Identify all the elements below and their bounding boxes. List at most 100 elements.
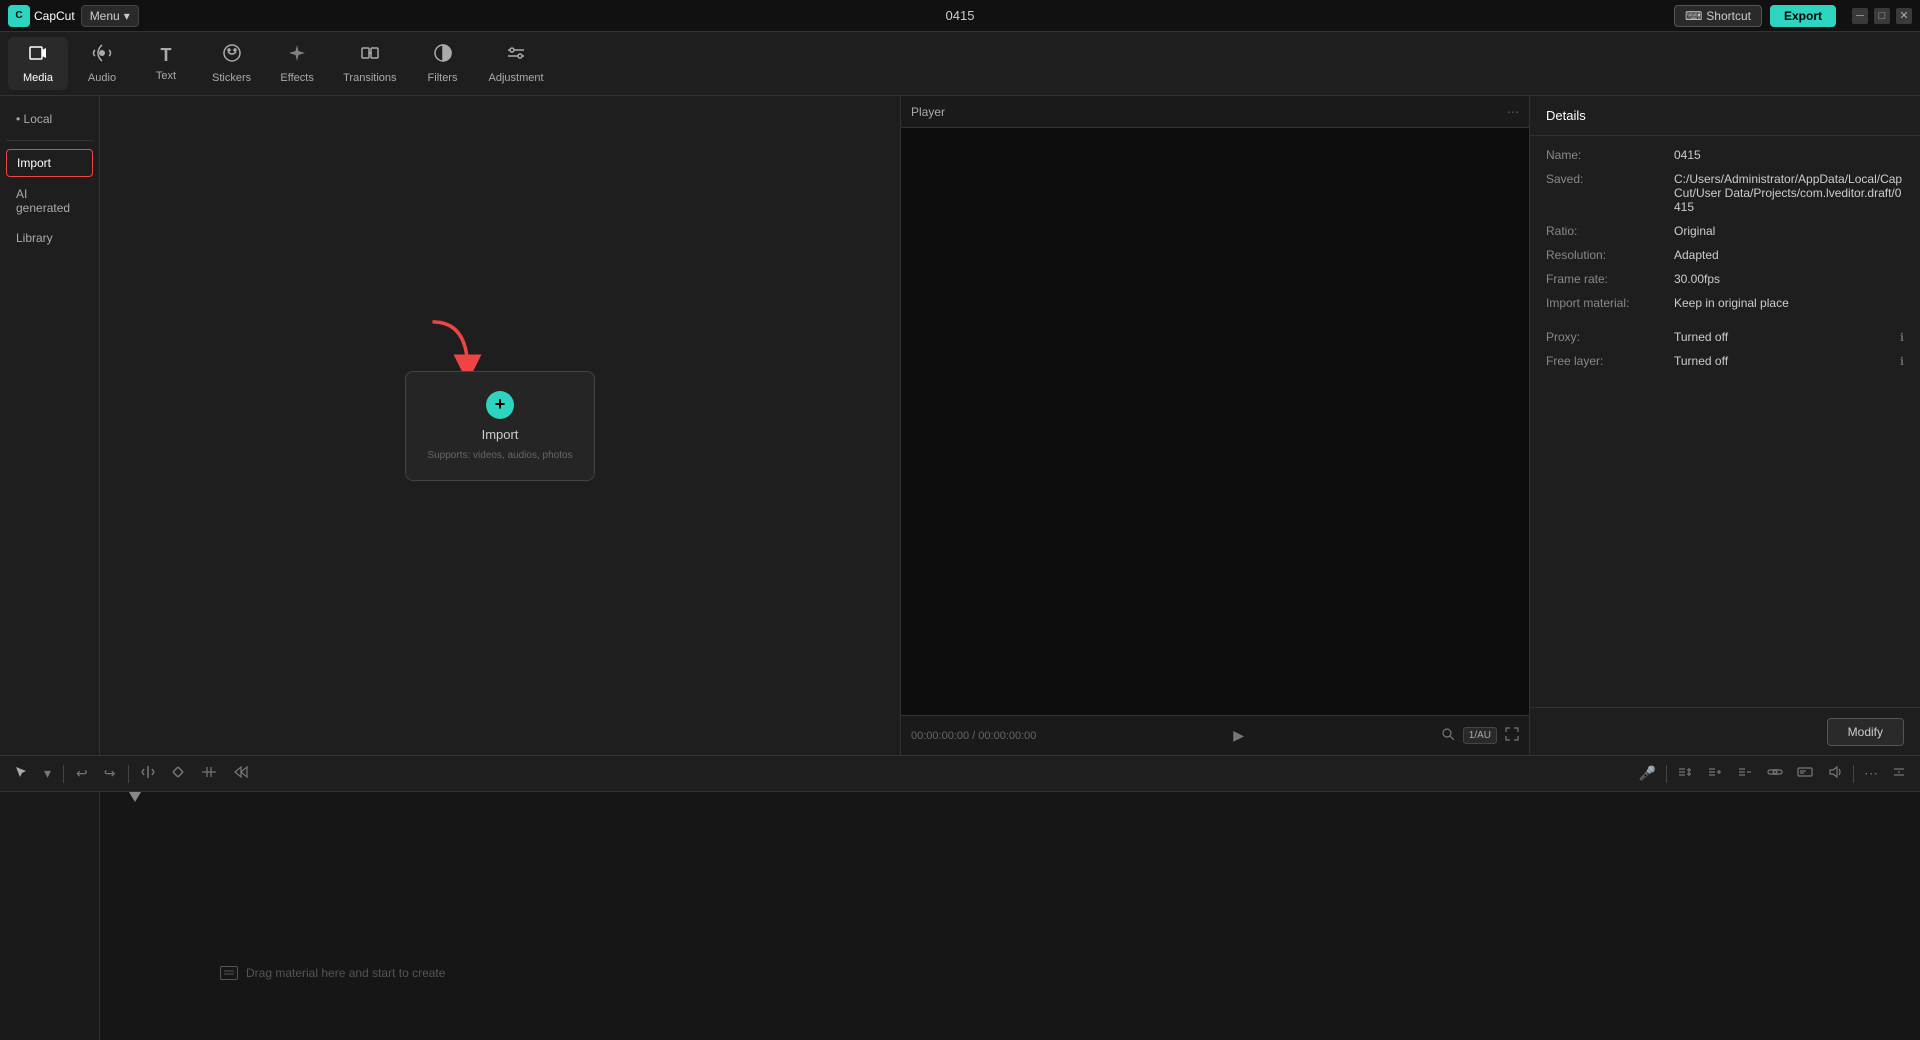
detail-row-ratio: Ratio: Original [1546, 224, 1904, 238]
playback-mode-button[interactable]: 1/AU [1463, 727, 1497, 744]
minimize-button[interactable]: ─ [1852, 8, 1868, 24]
player-menu-icon[interactable]: ⋯ [1507, 105, 1519, 119]
transitions-icon [360, 43, 380, 68]
detail-row-saved: Saved: C:/Users/Administrator/AppData/Lo… [1546, 172, 1904, 214]
media-label: Media [23, 72, 53, 84]
titlebar-left: C CapCut Menu ▾ [8, 5, 139, 27]
volume-button[interactable] [1823, 763, 1847, 784]
timeline-tracks: Drag material here and start to create [100, 792, 1920, 1040]
fullscreen-button[interactable] [1505, 727, 1519, 744]
detail-key-ratio: Ratio: [1546, 224, 1666, 238]
caption-button[interactable] [1793, 763, 1817, 784]
player-controls: ▶ [1233, 727, 1244, 744]
maximize-button[interactable]: □ [1874, 8, 1890, 24]
import-box-label: Import [482, 427, 519, 442]
toolbar-transitions[interactable]: Transitions [331, 37, 408, 90]
timeline-toolbar: ▾ ↩ ↪ [0, 756, 1920, 792]
menu-chevron-icon: ▾ [124, 9, 130, 23]
toolbar-adjustment[interactable]: Adjustment [477, 37, 556, 90]
toolbar-audio[interactable]: Audio [72, 37, 132, 90]
detail-row-resolution: Resolution: Adapted [1546, 248, 1904, 262]
sidebar-item-ai[interactable]: AI generated [6, 181, 93, 221]
proxy-info-icon[interactable]: ℹ [1900, 331, 1904, 344]
sidebar-item-library[interactable]: Library [6, 225, 93, 251]
detail-value-framerate: 30.00fps [1674, 272, 1904, 286]
toolbar-filters[interactable]: Filters [413, 37, 473, 90]
detail-key-resolution: Resolution: [1546, 248, 1666, 262]
modify-button[interactable]: Modify [1827, 718, 1904, 746]
text-icon: T [161, 45, 172, 66]
detail-row-import-material: Import material: Keep in original place [1546, 296, 1904, 310]
redo-button[interactable]: ↪ [100, 763, 120, 784]
player-header: Player ⋯ [901, 96, 1529, 128]
import-plus-icon: + [486, 391, 514, 419]
player-title: Player [911, 105, 945, 119]
free-layer-info-icon[interactable]: ℹ [1900, 355, 1904, 368]
details-title: Details [1546, 108, 1586, 123]
select-tool-button[interactable] [10, 763, 32, 784]
shortcut-label: Shortcut [1706, 9, 1751, 23]
app-logo-icon: C [8, 5, 30, 27]
split-button[interactable] [137, 763, 159, 784]
drag-hint-icon [220, 966, 238, 980]
timeline-more-button[interactable]: ⋯ [1860, 763, 1882, 784]
zoom-out-button[interactable] [1733, 763, 1757, 784]
sidebar-separator [6, 140, 93, 141]
library-label: Library [16, 231, 53, 245]
toolbar-effects[interactable]: Effects [267, 37, 327, 90]
toolbar-media[interactable]: Media [8, 37, 68, 90]
adjustment-label: Adjustment [489, 72, 544, 84]
titlebar-right: ⌨ Shortcut Export ─ □ ✕ [1674, 5, 1912, 27]
menu-label: Menu [90, 9, 120, 23]
toolbar-text[interactable]: T Text [136, 39, 196, 88]
detail-value-free-layer: Turned off [1674, 354, 1892, 368]
playhead-indicator [129, 792, 141, 802]
ai-label: AI generated [16, 187, 70, 215]
player-body [901, 128, 1529, 715]
app-logo: C CapCut [8, 5, 75, 27]
media-panel: + Import Supports: videos, audios, photo… [100, 96, 900, 755]
text-label: Text [156, 70, 176, 82]
local-label: • Local [16, 112, 52, 126]
import-label: Import [17, 156, 51, 170]
detail-value-resolution: Adapted [1674, 248, 1904, 262]
mic-button[interactable]: 🎤 [1635, 763, 1660, 784]
play-button[interactable]: ▶ [1233, 727, 1244, 744]
media-icon [28, 43, 48, 68]
shortcut-button[interactable]: ⌨ Shortcut [1674, 5, 1762, 27]
detail-row-name: Name: 0415 [1546, 148, 1904, 162]
undo-button[interactable]: ↩ [72, 763, 92, 784]
toolbar-stickers[interactable]: Stickers [200, 37, 263, 90]
details-panel: Details Name: 0415 Saved: C:/Users/Admin… [1530, 96, 1920, 755]
timeline-collapse-button[interactable] [1888, 763, 1910, 784]
toolbar-separator-4 [1853, 765, 1854, 783]
timeline-area: ▾ ↩ ↪ [0, 755, 1920, 1040]
timeline-drag-hint: Drag material here and start to create [220, 966, 445, 980]
speed-button[interactable] [229, 763, 253, 784]
menu-button[interactable]: Menu ▾ [81, 5, 139, 27]
sidebar-item-local[interactable]: • Local [6, 106, 93, 132]
details-body: Name: 0415 Saved: C:/Users/Administrator… [1530, 136, 1920, 707]
trim-button[interactable] [197, 763, 221, 784]
delete-button[interactable] [167, 763, 189, 784]
main-toolbar: Media Audio T Text Stickers [0, 32, 1920, 96]
effects-label: Effects [280, 72, 313, 84]
filters-label: Filters [428, 72, 458, 84]
sidebar-item-import[interactable]: Import [6, 149, 93, 177]
detail-value-ratio: Original [1674, 224, 1904, 238]
close-button[interactable]: ✕ [1896, 8, 1912, 24]
zoom-fit-timeline-button[interactable] [1703, 763, 1727, 784]
import-box[interactable]: + Import Supports: videos, audios, photo… [405, 371, 595, 481]
timeline-track-labels [0, 792, 100, 1040]
link-button[interactable] [1763, 763, 1787, 784]
details-header: Details [1530, 96, 1920, 136]
window-controls: ─ □ ✕ [1852, 8, 1912, 24]
detail-key-proxy: Proxy: [1546, 330, 1666, 344]
tool-dropdown-button[interactable]: ▾ [40, 763, 55, 784]
detail-value-name: 0415 [1674, 148, 1904, 162]
export-button[interactable]: Export [1770, 5, 1836, 27]
zoom-fit-icon[interactable] [1441, 727, 1455, 744]
zoom-in-button[interactable] [1673, 763, 1697, 784]
filters-icon [433, 43, 453, 68]
toolbar-separator-1 [63, 765, 64, 783]
